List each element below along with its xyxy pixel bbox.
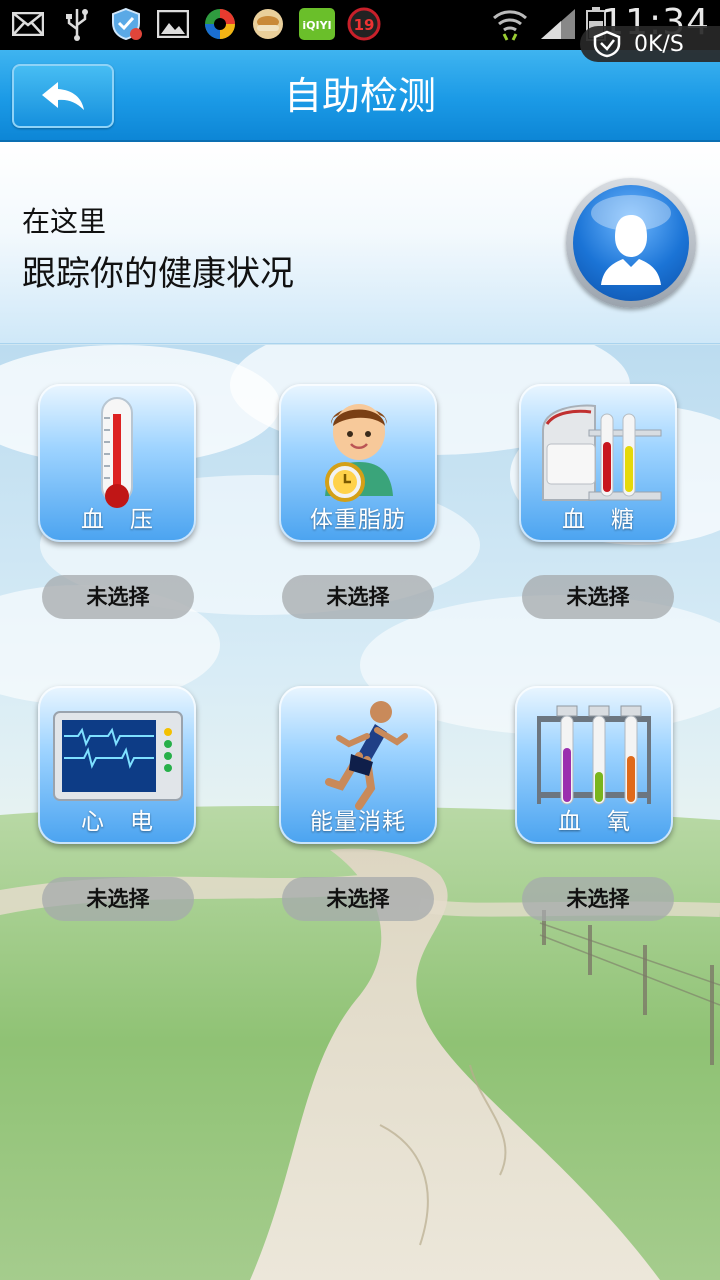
tile-blood-oxygen[interactable]: 血氧 [515, 686, 673, 844]
app-icon [202, 6, 238, 42]
shield-icon [108, 6, 144, 42]
badge-19-icon: 19 [346, 6, 382, 42]
iqiyi-icon: iQIYI [298, 6, 336, 42]
back-arrow-icon [42, 82, 84, 110]
tile-ecg[interactable]: 心电 [38, 686, 196, 844]
badge-number: 19 [354, 16, 375, 34]
title-bar: 自助检测 [0, 50, 720, 142]
header-title: 跟踪你的健康状况 [22, 254, 294, 294]
back-button[interactable] [12, 64, 114, 128]
status-pill-blood-pressure[interactable]: 未选择 [42, 575, 194, 619]
signal-icon [538, 6, 578, 42]
wifi-icon [490, 6, 530, 42]
status-pill-ecg[interactable]: 未选择 [42, 877, 194, 921]
status-bar: iQIYI 19 11:34 0K/S [0, 0, 720, 62]
status-pill-blood-oxygen[interactable]: 未选择 [522, 877, 674, 921]
tile-blood-pressure[interactable]: 血压 [38, 384, 196, 542]
iqiyi-icon-text: iQIYI [302, 19, 331, 32]
vpn-shield-icon [593, 30, 621, 58]
header-subtitle: 在这里 [22, 205, 107, 238]
tile-blood-sugar[interactable]: 血糖 [519, 384, 677, 542]
food-app-icon [250, 6, 286, 42]
tile-label: 心电 [81, 809, 179, 835]
tile-label: 血糖 [562, 507, 660, 533]
usb-icon [62, 6, 92, 42]
tile-label: 体重脂肪 [310, 507, 406, 533]
user-silhouette-icon [573, 185, 689, 301]
tile-body-fat[interactable]: 体重脂肪 [279, 384, 437, 542]
network-speed: 0K/S [580, 26, 720, 62]
tile-label: 血压 [81, 507, 179, 533]
avatar[interactable] [566, 178, 696, 308]
tile-energy[interactable]: 能量消耗 [279, 686, 437, 844]
status-pill-blood-sugar[interactable]: 未选择 [522, 575, 674, 619]
tile-label: 血氧 [558, 809, 656, 835]
status-pill-energy[interactable]: 未选择 [282, 877, 434, 921]
image-icon [156, 6, 190, 42]
tile-label: 能量消耗 [310, 809, 406, 835]
mail-icon [10, 6, 46, 42]
header-panel: 在这里 跟踪你的健康状况 [0, 142, 720, 344]
status-pill-body-fat[interactable]: 未选择 [282, 575, 434, 619]
network-speed-text: 0K/S [634, 31, 684, 57]
